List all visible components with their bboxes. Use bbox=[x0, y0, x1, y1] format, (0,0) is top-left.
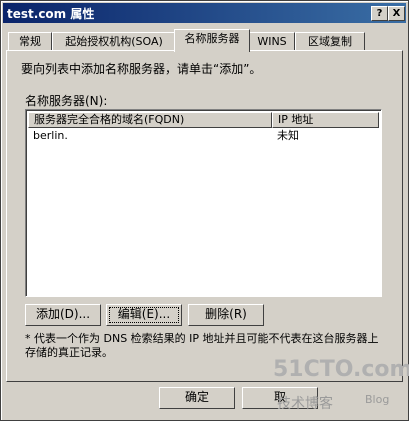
row-fqdn: berlin. bbox=[33, 129, 68, 142]
name-servers-label: 名称服务器(N): bbox=[25, 94, 108, 108]
watermark-site: 51CTO.com bbox=[273, 357, 409, 382]
help-button[interactable]: ? bbox=[371, 6, 388, 21]
edit-button[interactable]: 编辑(E)... bbox=[106, 304, 182, 326]
watermark-text: 技术博客 bbox=[277, 396, 333, 412]
column-header-fqdn[interactable]: 服务器完全合格的域名(FQDN) bbox=[28, 112, 272, 128]
table-row[interactable]: berlin. 未知 bbox=[28, 128, 379, 144]
watermark-blog: Blog bbox=[365, 393, 390, 406]
tab-soa[interactable]: 起始授权机构(SOA) bbox=[52, 32, 176, 51]
column-header-ip[interactable]: IP 地址 bbox=[272, 112, 379, 128]
window-title: test.com 属性 bbox=[7, 7, 95, 21]
note-text: * 代表一个作为 DNS 检索结果的 IP 地址并且可能不代表在这台服务器上存储… bbox=[25, 332, 379, 359]
row-ip: 未知 bbox=[277, 129, 299, 142]
tab-name-servers[interactable]: 名称服务器 bbox=[174, 29, 250, 52]
name-servers-list[interactable]: 服务器完全合格的域名(FQDN) IP 地址 berlin. 未知 bbox=[25, 109, 382, 297]
title-bar[interactable]: test.com 属性 ? X bbox=[3, 3, 406, 23]
tab-wins[interactable]: WINS bbox=[249, 32, 295, 51]
list-header: 服务器完全合格的域名(FQDN) IP 地址 bbox=[28, 112, 379, 128]
ok-button[interactable]: 确定 bbox=[159, 387, 235, 409]
remove-button[interactable]: 删除(R) bbox=[188, 304, 264, 326]
properties-dialog: test.com 属性 ? X 常规 起始授权机构(SOA) 名称服务器 WIN… bbox=[0, 0, 409, 421]
add-button[interactable]: 添加(D)... bbox=[25, 304, 101, 326]
tab-strip: 常规 起始授权机构(SOA) 名称服务器 WINS 区域复制 bbox=[6, 29, 404, 52]
tab-general[interactable]: 常规 bbox=[8, 32, 52, 51]
tab-zone-transfers[interactable]: 区域复制 bbox=[295, 32, 365, 51]
intro-text: 要向列表中添加名称服务器，请单击“添加”。 bbox=[21, 62, 262, 76]
close-button[interactable]: X bbox=[388, 6, 405, 21]
